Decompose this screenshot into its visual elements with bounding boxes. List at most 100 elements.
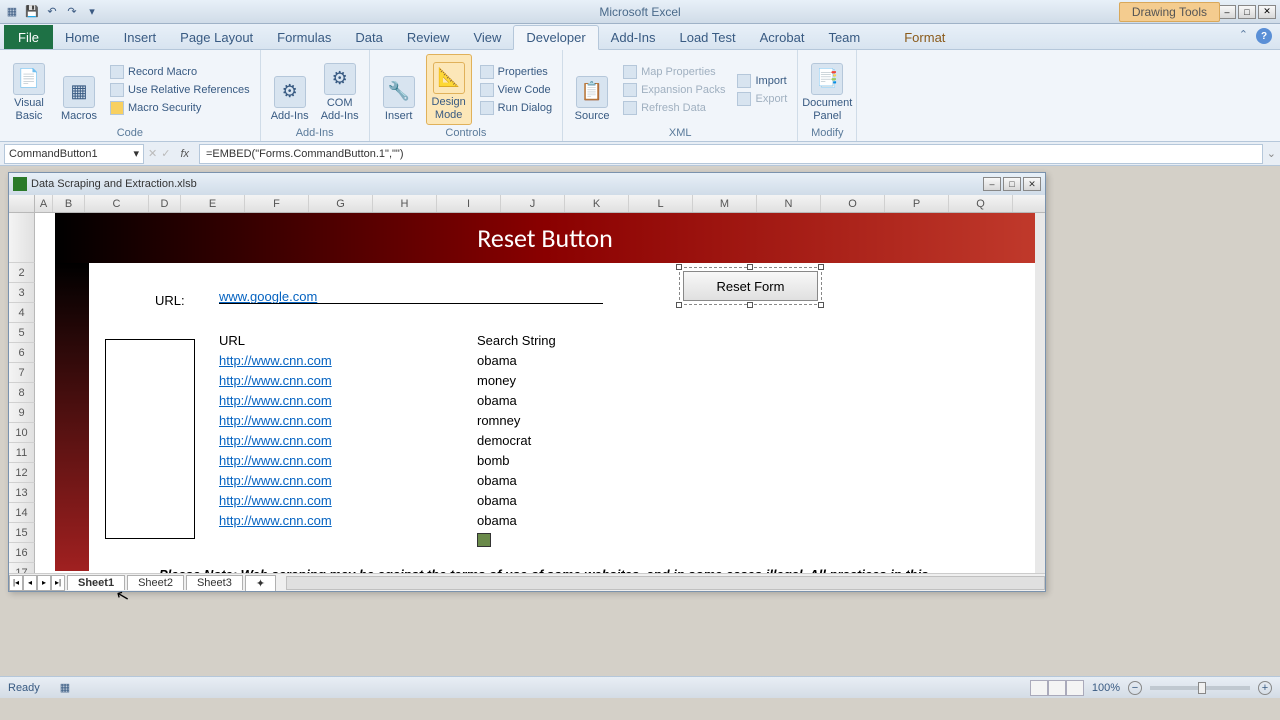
page-layout-view-button[interactable]: [1048, 680, 1066, 696]
data-url-3[interactable]: http://www.cnn.com: [219, 413, 332, 428]
sheet-tab-2[interactable]: Sheet2: [127, 575, 184, 590]
selection-handle-sw[interactable]: [676, 302, 682, 308]
zoom-out-button[interactable]: −: [1128, 681, 1142, 695]
properties-button[interactable]: Properties: [476, 64, 556, 80]
tab-page-layout[interactable]: Page Layout: [168, 26, 265, 49]
col-header-D[interactable]: D: [149, 195, 181, 212]
col-header-N[interactable]: N: [757, 195, 821, 212]
map-properties-button[interactable]: Map Properties: [619, 64, 729, 80]
zoom-slider[interactable]: [1150, 686, 1250, 690]
wb-maximize-button[interactable]: □: [1003, 177, 1021, 191]
expansion-packs-button[interactable]: Expansion Packs: [619, 82, 729, 98]
selection-handle-n[interactable]: [747, 264, 753, 270]
document-panel-button[interactable]: 📑Document Panel: [804, 54, 850, 125]
col-header-C[interactable]: C: [85, 195, 149, 212]
rectangle-shape[interactable]: [105, 339, 195, 539]
row-header-14[interactable]: 14: [9, 503, 35, 523]
col-header-Q[interactable]: Q: [949, 195, 1013, 212]
wb-minimize-button[interactable]: –: [983, 177, 1001, 191]
col-header-B[interactable]: B: [53, 195, 85, 212]
cancel-formula-icon[interactable]: ✕: [148, 147, 157, 160]
macros-button[interactable]: ▦Macros: [56, 54, 102, 125]
import-button[interactable]: Import: [733, 73, 791, 89]
data-url-8[interactable]: http://www.cnn.com: [219, 513, 332, 528]
col-header-H[interactable]: H: [373, 195, 437, 212]
macro-record-icon[interactable]: ▦: [60, 681, 70, 694]
view-code-button[interactable]: View Code: [476, 82, 556, 98]
col-header-J[interactable]: J: [501, 195, 565, 212]
maximize-button[interactable]: □: [1238, 5, 1256, 19]
data-url-4[interactable]: http://www.cnn.com: [219, 433, 332, 448]
row-header-5[interactable]: 5: [9, 323, 35, 343]
row-header-3[interactable]: 3: [9, 283, 35, 303]
insert-control-button[interactable]: 🔧Insert: [376, 54, 422, 125]
col-header-L[interactable]: L: [629, 195, 693, 212]
macro-security-button[interactable]: Macro Security: [106, 100, 254, 116]
tab-team[interactable]: Team: [816, 26, 872, 49]
data-url-2[interactable]: http://www.cnn.com: [219, 393, 332, 408]
tab-formulas[interactable]: Formulas: [265, 26, 343, 49]
source-button[interactable]: 📋Source: [569, 54, 615, 125]
row-header-15[interactable]: 15: [9, 523, 35, 543]
vertical-scrollbar[interactable]: [1035, 213, 1045, 573]
row-header-17[interactable]: 17: [9, 563, 35, 573]
normal-view-button[interactable]: [1030, 680, 1048, 696]
data-url-6[interactable]: http://www.cnn.com: [219, 473, 332, 488]
col-header-P[interactable]: P: [885, 195, 949, 212]
row-header-10[interactable]: 10: [9, 423, 35, 443]
col-header-E[interactable]: E: [181, 195, 245, 212]
selection-handle-ne[interactable]: [818, 264, 824, 270]
zoom-thumb[interactable]: [1198, 682, 1206, 694]
tab-load-test[interactable]: Load Test: [667, 26, 747, 49]
tab-developer[interactable]: Developer: [513, 25, 598, 50]
selection-handle-se[interactable]: [818, 302, 824, 308]
row-header-2[interactable]: 2: [9, 263, 35, 283]
grid[interactable]: ABCDEFGHIJKLMNOPQ 2345678910111213141516…: [9, 195, 1045, 573]
col-header-I[interactable]: I: [437, 195, 501, 212]
row-header-16[interactable]: 16: [9, 543, 35, 563]
tab-review[interactable]: Review: [395, 26, 462, 49]
tab-insert[interactable]: Insert: [112, 26, 169, 49]
wb-close-button[interactable]: ✕: [1023, 177, 1041, 191]
help-icon[interactable]: ?: [1256, 28, 1272, 44]
tab-add-ins[interactable]: Add-Ins: [599, 26, 668, 49]
row-header-12[interactable]: 12: [9, 463, 35, 483]
save-icon[interactable]: 💾: [24, 4, 40, 20]
tab-home[interactable]: Home: [53, 26, 112, 49]
row-header-8[interactable]: 8: [9, 383, 35, 403]
fx-icon[interactable]: fx: [174, 148, 195, 160]
page-break-view-button[interactable]: [1066, 680, 1084, 696]
data-url-1[interactable]: http://www.cnn.com: [219, 373, 332, 388]
data-url-7[interactable]: http://www.cnn.com: [219, 493, 332, 508]
col-header-G[interactable]: G: [309, 195, 373, 212]
zoom-in-button[interactable]: +: [1258, 681, 1272, 695]
row-header-[interactable]: [9, 213, 35, 263]
export-button[interactable]: Export: [733, 91, 791, 107]
row-header-6[interactable]: 6: [9, 343, 35, 363]
row-header-4[interactable]: 4: [9, 303, 35, 323]
record-macro-button[interactable]: Record Macro: [106, 64, 254, 80]
tab-file[interactable]: File: [4, 25, 53, 49]
smart-tag-icon[interactable]: [477, 533, 491, 547]
row-header-13[interactable]: 13: [9, 483, 35, 503]
formula-input[interactable]: =EMBED("Forms.CommandButton.1",""): [199, 144, 1263, 164]
col-header-F[interactable]: F: [245, 195, 309, 212]
col-header-M[interactable]: M: [693, 195, 757, 212]
minimize-ribbon-icon[interactable]: ⌃: [1239, 28, 1248, 44]
row-header-9[interactable]: 9: [9, 403, 35, 423]
sheet-tab-3[interactable]: Sheet3: [186, 575, 243, 590]
select-all-corner[interactable]: [9, 195, 35, 212]
first-sheet-button[interactable]: |◂: [9, 575, 23, 591]
zoom-level[interactable]: 100%: [1092, 682, 1120, 694]
minimize-button[interactable]: –: [1218, 5, 1236, 19]
tab-data[interactable]: Data: [343, 26, 394, 49]
refresh-data-button[interactable]: Refresh Data: [619, 100, 729, 116]
close-button[interactable]: ✕: [1258, 5, 1276, 19]
col-header-A[interactable]: A: [35, 195, 53, 212]
col-header-K[interactable]: K: [565, 195, 629, 212]
dropdown-icon[interactable]: ▾: [133, 147, 139, 160]
expand-formula-icon[interactable]: ⌄: [1267, 147, 1276, 160]
data-url-0[interactable]: http://www.cnn.com: [219, 353, 332, 368]
visual-basic-button[interactable]: 📄Visual Basic: [6, 54, 52, 125]
selection-handle-s[interactable]: [747, 302, 753, 308]
